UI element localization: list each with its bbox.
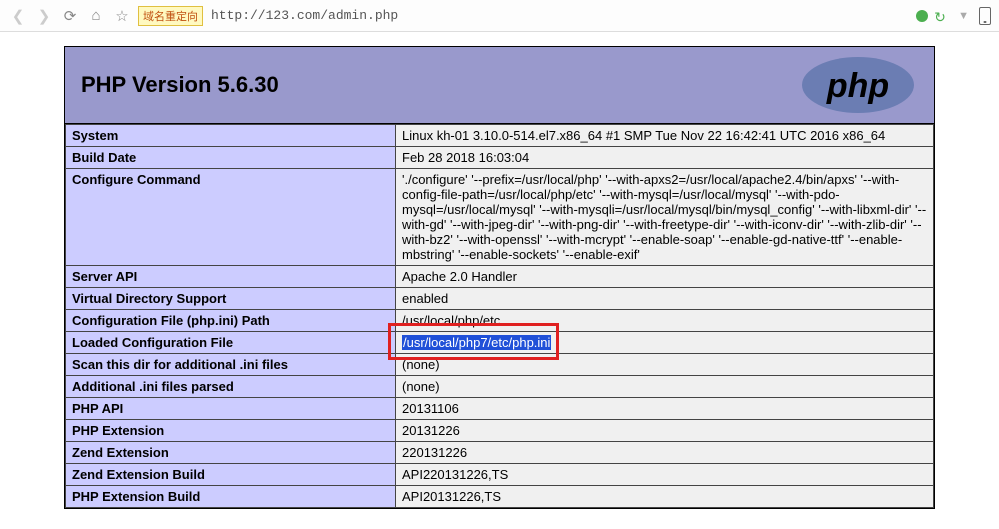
config-value: Linux kh-01 3.10.0-514.el7.x86_64 #1 SMP… (396, 125, 934, 147)
config-key: PHP API (66, 398, 396, 420)
address-bar[interactable]: http://123.com/admin.php (211, 8, 910, 23)
table-row: Zend Extension BuildAPI220131226,TS (66, 464, 934, 486)
status-dot-icon[interactable] (916, 10, 928, 22)
config-key: Server API (66, 266, 396, 288)
table-row: PHP Extension BuildAPI20131226,TS (66, 486, 934, 508)
config-key: Zend Extension Build (66, 464, 396, 486)
config-key: Additional .ini files parsed (66, 376, 396, 398)
table-row: Server APIApache 2.0 Handler (66, 266, 934, 288)
config-value: (none) (396, 376, 934, 398)
phpinfo-container: PHP Version 5.6.30 php SystemLinux kh-01… (64, 46, 935, 509)
table-row: Zend Extension220131226 (66, 442, 934, 464)
table-row: Configuration File (php.ini) Path/usr/lo… (66, 310, 934, 332)
table-row: SystemLinux kh-01 3.10.0-514.el7.x86_64 … (66, 125, 934, 147)
selected-text: /usr/local/php7/etc/php.ini (402, 335, 551, 350)
config-value: './configure' '--prefix=/usr/local/php' … (396, 169, 934, 266)
config-key: Configuration File (php.ini) Path (66, 310, 396, 332)
table-row: Additional .ini files parsed(none) (66, 376, 934, 398)
table-row: Configure Command './configure' '--prefi… (66, 169, 934, 266)
forward-icon[interactable]: ❯ (34, 6, 54, 26)
config-key: PHP Extension (66, 420, 396, 442)
browser-toolbar: ❮ ❯ ⟳ ⌂ ☆ 域名重定向 http://123.com/admin.php… (0, 0, 999, 32)
config-key: Scan this dir for additional .ini files (66, 354, 396, 376)
config-value: API20131226,TS (396, 486, 934, 508)
config-key: Build Date (66, 147, 396, 169)
config-key: Configure Command (66, 169, 396, 266)
page-body: PHP Version 5.6.30 php SystemLinux kh-01… (0, 32, 999, 529)
config-value: 20131226 (396, 420, 934, 442)
config-key: Loaded Configuration File (66, 332, 396, 354)
php-logo-icon: php (798, 55, 918, 115)
table-row: PHP Extension20131226 (66, 420, 934, 442)
redirect-badge: 域名重定向 (138, 6, 203, 26)
back-icon[interactable]: ❮ (8, 6, 28, 26)
config-value: /usr/local/php/etc (396, 310, 934, 332)
device-icon[interactable] (979, 7, 991, 25)
highlight-annotation: /usr/local/php7/etc/php.ini (402, 335, 551, 350)
config-value: Feb 28 2018 16:03:04 (396, 147, 934, 169)
config-value: Apache 2.0 Handler (396, 266, 934, 288)
config-value: /usr/local/php7/etc/php.ini (396, 332, 934, 354)
home-icon[interactable]: ⌂ (86, 6, 106, 26)
config-key: Zend Extension (66, 442, 396, 464)
phpinfo-table: SystemLinux kh-01 3.10.0-514.el7.x86_64 … (65, 124, 934, 508)
page-title: PHP Version 5.6.30 (81, 72, 279, 98)
table-row: Build DateFeb 28 2018 16:03:04 (66, 147, 934, 169)
table-row: Loaded Configuration File/usr/local/php7… (66, 332, 934, 354)
table-row: Virtual Directory Supportenabled (66, 288, 934, 310)
config-key: PHP Extension Build (66, 486, 396, 508)
svg-text:php: php (826, 67, 889, 105)
refresh-ext-icon[interactable]: ↻ (934, 9, 948, 23)
config-value: enabled (396, 288, 934, 310)
table-row: PHP API20131106 (66, 398, 934, 420)
config-value: API220131226,TS (396, 464, 934, 486)
toolbar-right: ↻ ▼ (916, 7, 991, 25)
chevron-down-icon[interactable]: ▼ (954, 10, 973, 22)
config-value: 220131226 (396, 442, 934, 464)
phpinfo-header: PHP Version 5.6.30 php (65, 47, 934, 124)
config-key: System (66, 125, 396, 147)
table-row: Scan this dir for additional .ini files(… (66, 354, 934, 376)
star-icon[interactable]: ☆ (112, 6, 132, 26)
config-key: Virtual Directory Support (66, 288, 396, 310)
config-value: 20131106 (396, 398, 934, 420)
reload-icon[interactable]: ⟳ (60, 6, 80, 26)
config-value: (none) (396, 354, 934, 376)
